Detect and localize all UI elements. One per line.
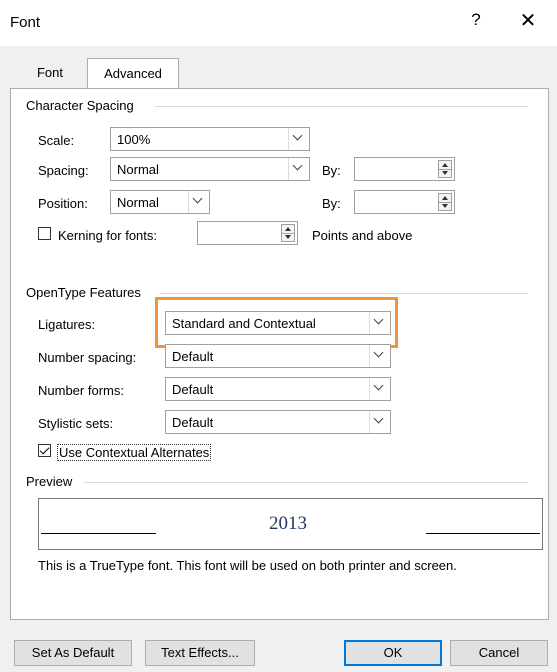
scale-label: Scale: [38,133,75,148]
kerning-checkbox[interactable] [38,227,51,240]
preview-rule-left [41,533,156,534]
stylistic-sets-label: Stylistic sets: [38,416,114,431]
spin-up-icon [442,163,448,167]
group-divider [155,106,528,107]
spinner-buttons[interactable] [438,193,452,211]
chevron-down-icon [292,160,303,171]
ok-button[interactable]: OK [344,640,442,666]
stylistic-sets-value: Default [172,415,214,430]
position-label: Position: [38,196,88,211]
scale-combo[interactable]: 100% [110,127,310,151]
position-dropdown-arrow[interactable] [188,191,209,213]
ligatures-dropdown-arrow[interactable] [369,312,390,334]
set-as-default-button[interactable]: Set As Default [14,640,132,666]
chevron-down-icon [373,347,384,358]
number-spacing-dropdown-arrow[interactable] [369,345,390,367]
chevron-down-icon [373,413,384,424]
spin-down-icon [285,235,291,239]
number-forms-combo[interactable]: Default [165,377,391,401]
spinner-buttons[interactable] [438,160,452,178]
ligatures-value: Standard and Contextual [172,316,316,331]
contextual-alternates-checkbox[interactable] [38,444,51,457]
chevron-down-icon [373,314,384,325]
spacing-label: Spacing: [38,163,89,178]
spacing-by-label: By: [322,163,341,178]
stylistic-sets-dropdown-arrow[interactable] [369,411,390,433]
spin-down-icon [442,204,448,208]
spin-up-icon [285,227,291,231]
number-forms-label: Number forms: [38,383,124,398]
spacing-dropdown-arrow[interactable] [288,158,309,180]
preview-title: Preview [26,474,79,489]
preview-sample: 2013 [269,513,307,534]
spacing-value: Normal [117,162,159,177]
spacing-by-spinner[interactable] [354,157,455,181]
kerning-label: Kerning for fonts: [58,228,157,243]
scale-dropdown-arrow[interactable] [288,128,309,150]
help-button[interactable]: ? [466,10,486,30]
scale-value: 100% [117,132,151,147]
tab-font[interactable]: Font [20,58,80,88]
contextual-alternates-label: Use Contextual Alternates [57,444,212,461]
dialog-title: Font [10,14,41,31]
chevron-down-icon [192,193,203,204]
position-by-spinner[interactable] [354,190,455,214]
kerning-spinner[interactable] [197,221,298,245]
preview-note: This is a TrueType font. This font will … [38,558,457,573]
position-value: Normal [117,195,159,210]
kerning-suffix: Points and above [312,228,413,243]
spinner-buttons[interactable] [281,224,295,242]
position-by-label: By: [322,196,341,211]
spin-down-icon [442,171,448,175]
preview-rule-right [426,533,540,534]
number-spacing-combo[interactable]: Default [165,344,391,368]
ligatures-combo[interactable]: Standard and Contextual [165,311,391,335]
opentype-title: OpenType Features [26,285,147,300]
checkmark-icon [39,444,50,455]
group-divider [160,293,528,294]
chevron-down-icon [373,380,384,391]
number-spacing-value: Default [172,349,214,364]
ligatures-label: Ligatures: [38,317,96,332]
stylistic-sets-combo[interactable]: Default [165,410,391,434]
close-button[interactable]: ✕ [516,8,540,33]
number-forms-dropdown-arrow[interactable] [369,378,390,400]
preview-box: 2013 [38,498,543,550]
cancel-button[interactable]: Cancel [450,640,548,666]
group-divider [84,482,528,483]
number-spacing-label: Number spacing: [38,350,137,365]
spacing-combo[interactable]: Normal [110,157,310,181]
chevron-down-icon [292,130,303,141]
character-spacing-title: Character Spacing [26,98,140,113]
position-combo[interactable]: Normal [110,190,210,214]
number-forms-value: Default [172,382,214,397]
tab-advanced[interactable]: Advanced [87,58,179,90]
spin-up-icon [442,196,448,200]
text-effects-button[interactable]: Text Effects... [145,640,255,666]
